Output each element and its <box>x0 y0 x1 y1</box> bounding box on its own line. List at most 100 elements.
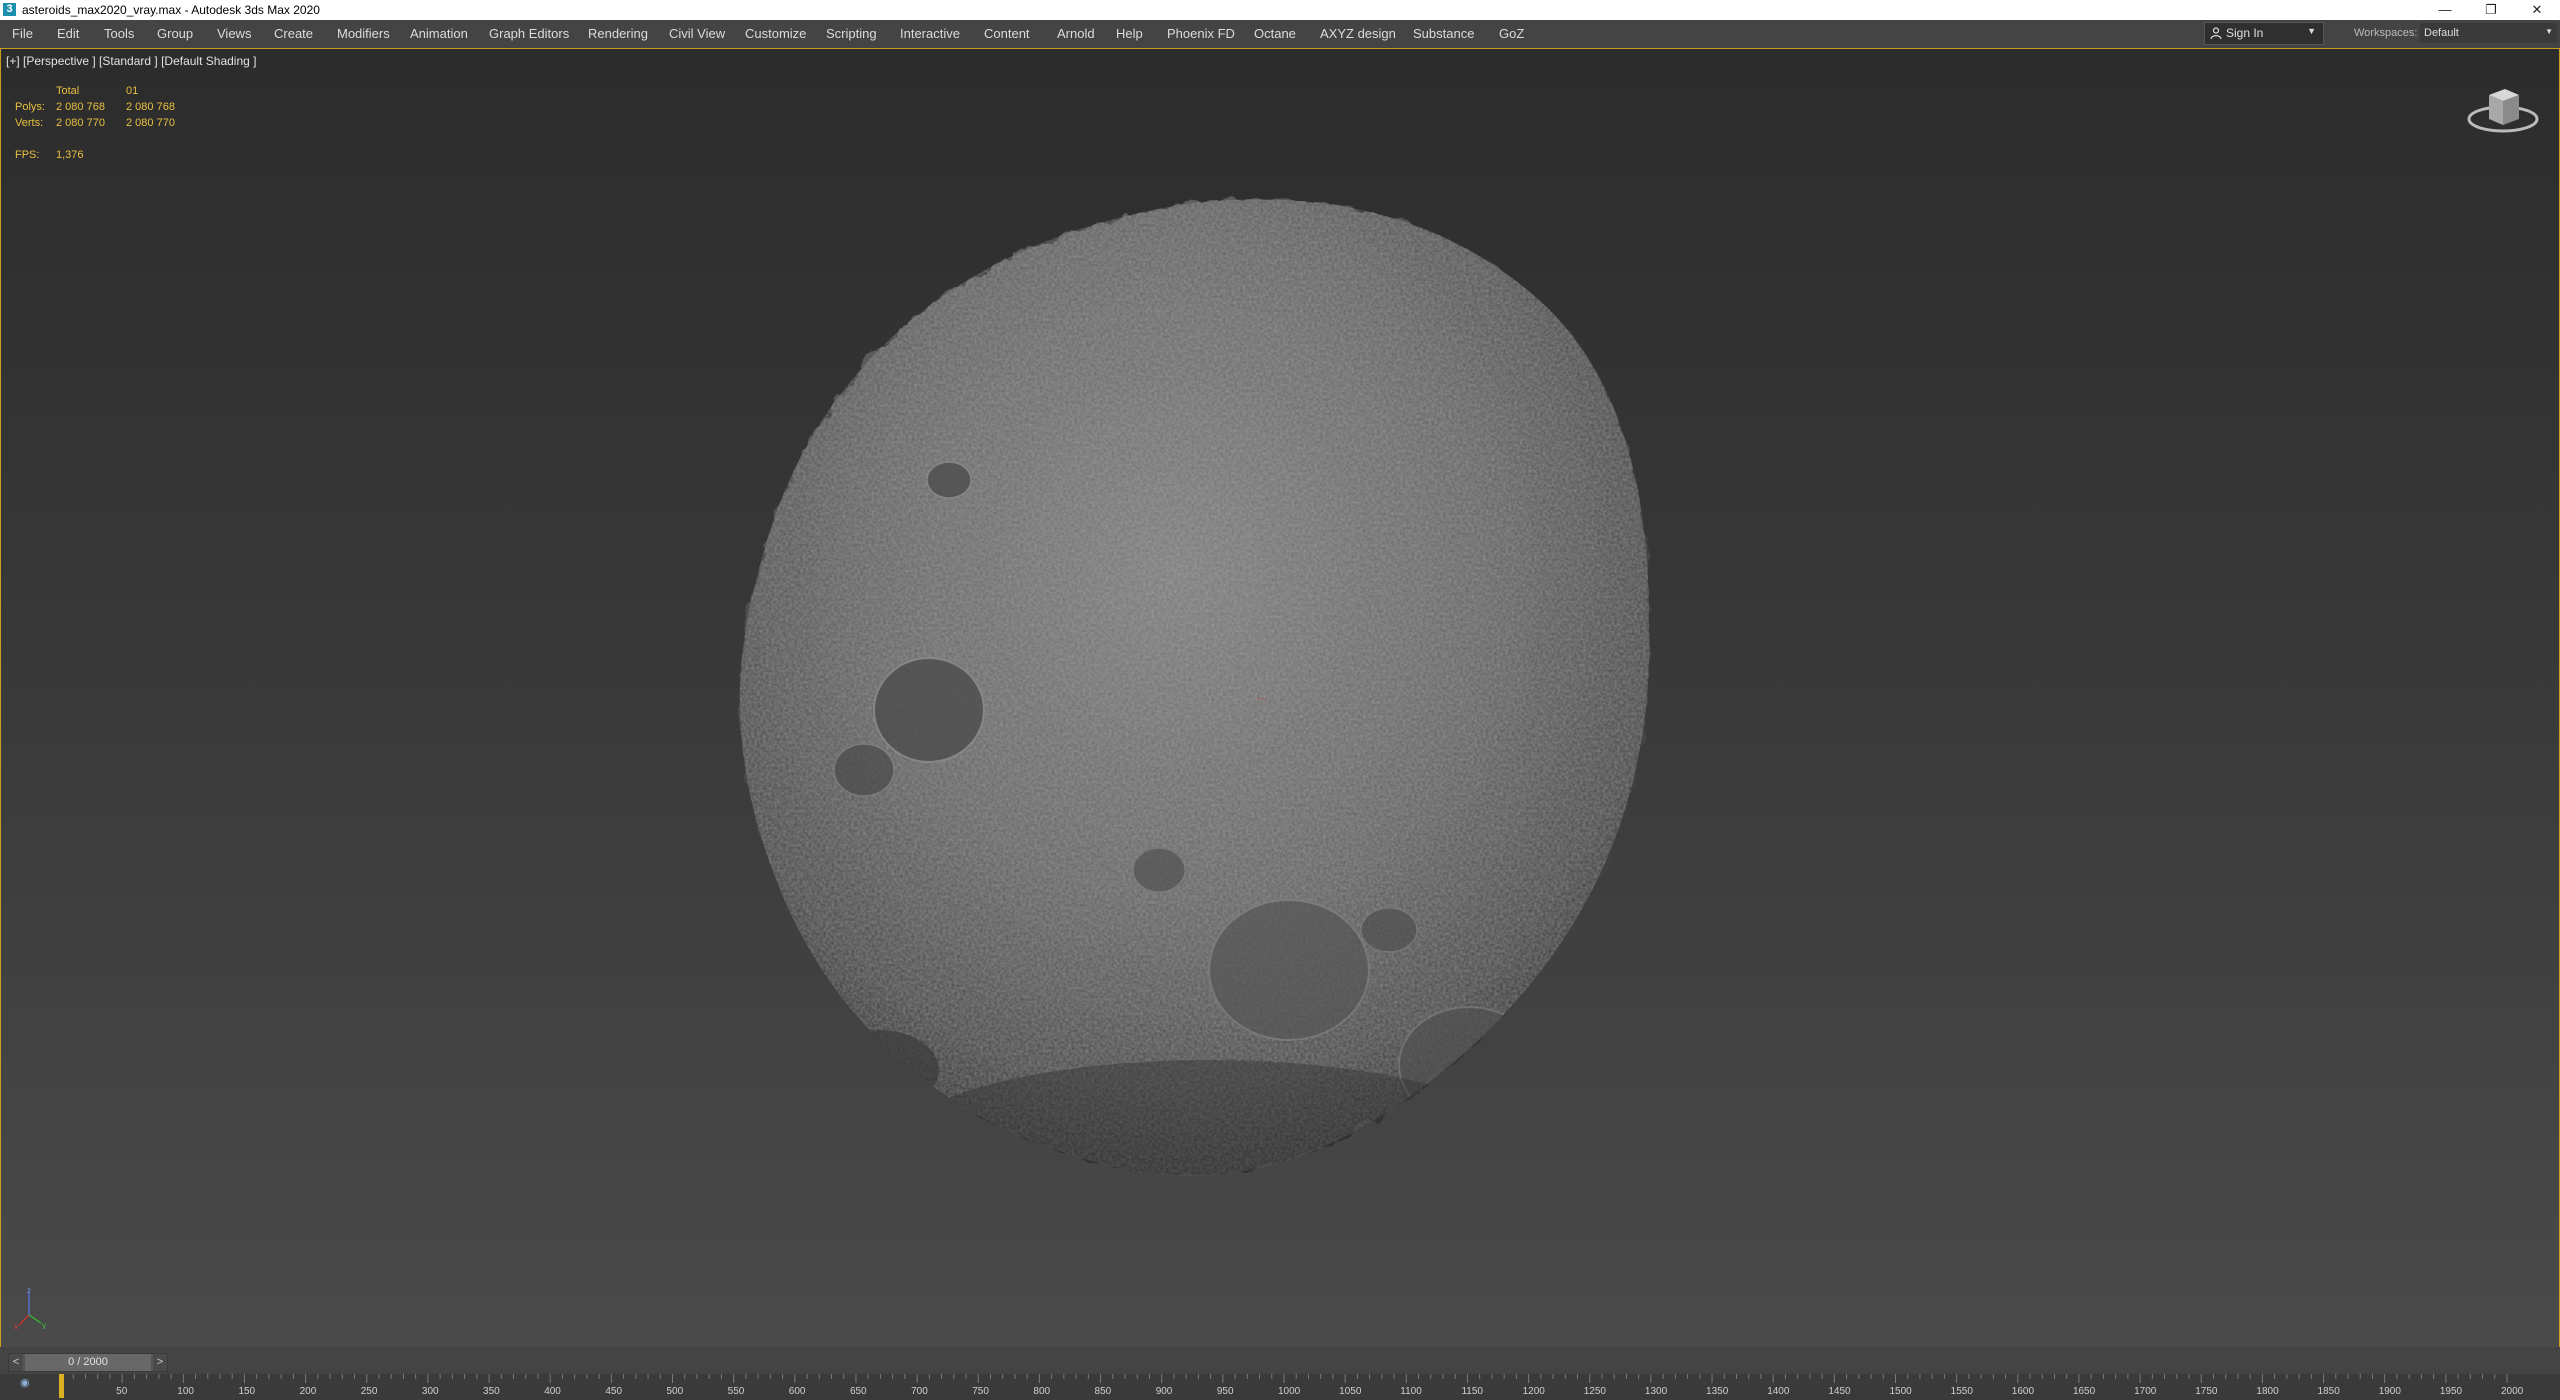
ruler-tick-label: 300 <box>422 1386 439 1397</box>
time-slider[interactable]: < 0 / 2000 > <box>8 1353 168 1372</box>
ruler-tick-label: 1950 <box>2440 1386 2463 1397</box>
sign-in-dropdown[interactable]: Sign In ▼ <box>2204 22 2324 45</box>
window-title: asteroids_max2020_vray.max - Autodesk 3d… <box>22 3 320 17</box>
menu-edit[interactable]: Edit <box>57 26 79 41</box>
menu-file[interactable]: File <box>12 26 33 41</box>
axis-tripod-icon: z x y <box>14 1286 46 1329</box>
svg-text:x: x <box>14 1322 18 1329</box>
ruler-tick-label: 1750 <box>2195 1386 2218 1397</box>
ruler-tick-label: 900 <box>1156 1386 1173 1397</box>
asteroid-mesh[interactable] <box>729 150 1835 1256</box>
ruler-tick-label: 550 <box>728 1386 745 1397</box>
key-filter-icon[interactable]: ◉ <box>20 1376 30 1389</box>
restore-icon[interactable]: ❐ <box>2468 0 2514 20</box>
ruler-tick-label: 1000 <box>1278 1386 1301 1397</box>
menu-axyz-design[interactable]: AXYZ design <box>1320 26 1396 41</box>
svg-text:y: y <box>42 1321 46 1329</box>
ruler-tick-label: 500 <box>667 1386 684 1397</box>
ruler-tick-label: 1600 <box>2012 1386 2035 1397</box>
current-frame-marker[interactable] <box>59 1374 64 1398</box>
ruler-tick-label: 750 <box>972 1386 989 1397</box>
ruler-tick-label: 400 <box>544 1386 561 1397</box>
close-icon[interactable]: ✕ <box>2514 0 2560 20</box>
ruler-tick-label: 250 <box>361 1386 378 1397</box>
perspective-viewport[interactable]: [+] [Perspective ] [Standard ] [Default … <box>0 48 2560 1348</box>
title-bar: 3 asteroids_max2020_vray.max - Autodesk … <box>0 0 2560 20</box>
ruler-tick-label: 1900 <box>2379 1386 2402 1397</box>
ruler-tick-label: 1850 <box>2318 1386 2341 1397</box>
ruler-tick-label: 50 <box>116 1386 128 1397</box>
workspace-value: Default <box>2424 27 2459 39</box>
menu-modifiers[interactable]: Modifiers <box>337 26 390 41</box>
menu-goz[interactable]: GoZ <box>1499 26 1524 41</box>
ruler-tick-label: 850 <box>1095 1386 1112 1397</box>
ruler-tick-label: 350 <box>483 1386 500 1397</box>
timeline-panel: < 0 / 2000 > 50 100 150 200 250 300 350 400 450 5… <box>0 1347 2560 1400</box>
pivot-marker: ··· <box>1257 693 1268 705</box>
ruler-tick-label: 600 <box>789 1386 806 1397</box>
menu-group[interactable]: Group <box>157 26 193 41</box>
track-bar[interactable]: 50 100 150 200 250 300 350 400 450 500 550 600 650 70… <box>0 1374 2560 1400</box>
ruler-tick-label: 800 <box>1033 1386 1050 1397</box>
stats-col-total: Total <box>56 85 80 97</box>
menu-graph-editors[interactable]: Graph Editors <box>489 26 569 41</box>
stats-verts-selected: 2 080 770 <box>126 117 175 129</box>
ruler-tick-label: 1300 <box>1645 1386 1668 1397</box>
menu-bar: File Edit Tools Group Views Create Modif… <box>0 20 2560 46</box>
sign-in-label: Sign In <box>2226 26 2264 40</box>
ruler-tick-label: 200 <box>300 1386 317 1397</box>
ruler-tick-label: 650 <box>850 1386 867 1397</box>
stats-polys-label: Polys: <box>15 101 45 113</box>
ruler-tick-label: 1150 <box>1461 1386 1483 1397</box>
menu-octane[interactable]: Octane <box>1254 26 1296 41</box>
ruler-tick-label: 1250 <box>1584 1386 1607 1397</box>
menu-customize[interactable]: Customize <box>745 26 806 41</box>
time-next-button[interactable]: > <box>153 1354 167 1371</box>
menu-create[interactable]: Create <box>274 26 313 41</box>
menu-content[interactable]: Content <box>984 26 1030 41</box>
ruler-tick-label: 1200 <box>1523 1386 1546 1397</box>
menu-phoenix-fd[interactable]: Phoenix FD <box>1167 26 1235 41</box>
ruler-tick-label: 700 <box>911 1386 928 1397</box>
chevron-down-icon: ▼ <box>2307 26 2316 36</box>
stats-fps-label: FPS: <box>15 149 40 161</box>
menu-views[interactable]: Views <box>217 26 251 41</box>
ruler-tick-label: 1450 <box>1828 1386 1851 1397</box>
ruler-tick-label: 1700 <box>2134 1386 2157 1397</box>
menu-help[interactable]: Help <box>1116 26 1143 41</box>
workspace-select[interactable]: Default ▼ <box>2420 23 2557 43</box>
user-icon <box>2210 27 2222 39</box>
ruler-tick-label: 1550 <box>1951 1386 1974 1397</box>
minimize-icon[interactable]: — <box>2422 0 2468 20</box>
ruler-tick-label: 1050 <box>1339 1386 1362 1397</box>
ruler-tick-label: 1800 <box>2256 1386 2279 1397</box>
ruler-tick-label: 100 <box>177 1386 194 1397</box>
menu-tools[interactable]: Tools <box>104 26 134 41</box>
menu-interactive[interactable]: Interactive <box>900 26 960 41</box>
ruler-tick-label: 1400 <box>1767 1386 1790 1397</box>
viewport-label-menu[interactable]: [+] [Perspective ] [Standard ] [Default … <box>6 54 256 68</box>
ruler-tick-label: 1650 <box>2073 1386 2096 1397</box>
menu-rendering[interactable]: Rendering <box>588 26 648 41</box>
menu-scripting[interactable]: Scripting <box>826 26 877 41</box>
menu-arnold[interactable]: Arnold <box>1057 26 1095 41</box>
ruler-tick-label: 1100 <box>1400 1386 1422 1397</box>
stats-verts-total: 2 080 770 <box>56 117 105 129</box>
menu-civil-view[interactable]: Civil View <box>669 26 725 41</box>
menu-animation[interactable]: Animation <box>410 26 468 41</box>
ruler-tick-label: 1500 <box>1890 1386 1913 1397</box>
time-prev-button[interactable]: < <box>9 1354 23 1371</box>
viewcube-icon[interactable] <box>2465 81 2541 137</box>
svg-text:z: z <box>27 1286 31 1295</box>
menu-substance[interactable]: Substance <box>1413 26 1474 41</box>
ruler-tick-label: 950 <box>1217 1386 1234 1397</box>
chevron-down-icon: ▼ <box>2545 27 2553 36</box>
stats-polys-selected: 2 080 768 <box>126 101 175 113</box>
ruler-tick-label: 2000 <box>2501 1386 2524 1397</box>
ruler-tick-label: 150 <box>238 1386 255 1397</box>
ruler-tick-label: 450 <box>605 1386 622 1397</box>
time-slider-value[interactable]: 0 / 2000 <box>25 1354 151 1371</box>
stats-polys-total: 2 080 768 <box>56 101 105 113</box>
app-icon: 3 <box>3 3 16 16</box>
stats-verts-label: Verts: <box>15 117 44 129</box>
